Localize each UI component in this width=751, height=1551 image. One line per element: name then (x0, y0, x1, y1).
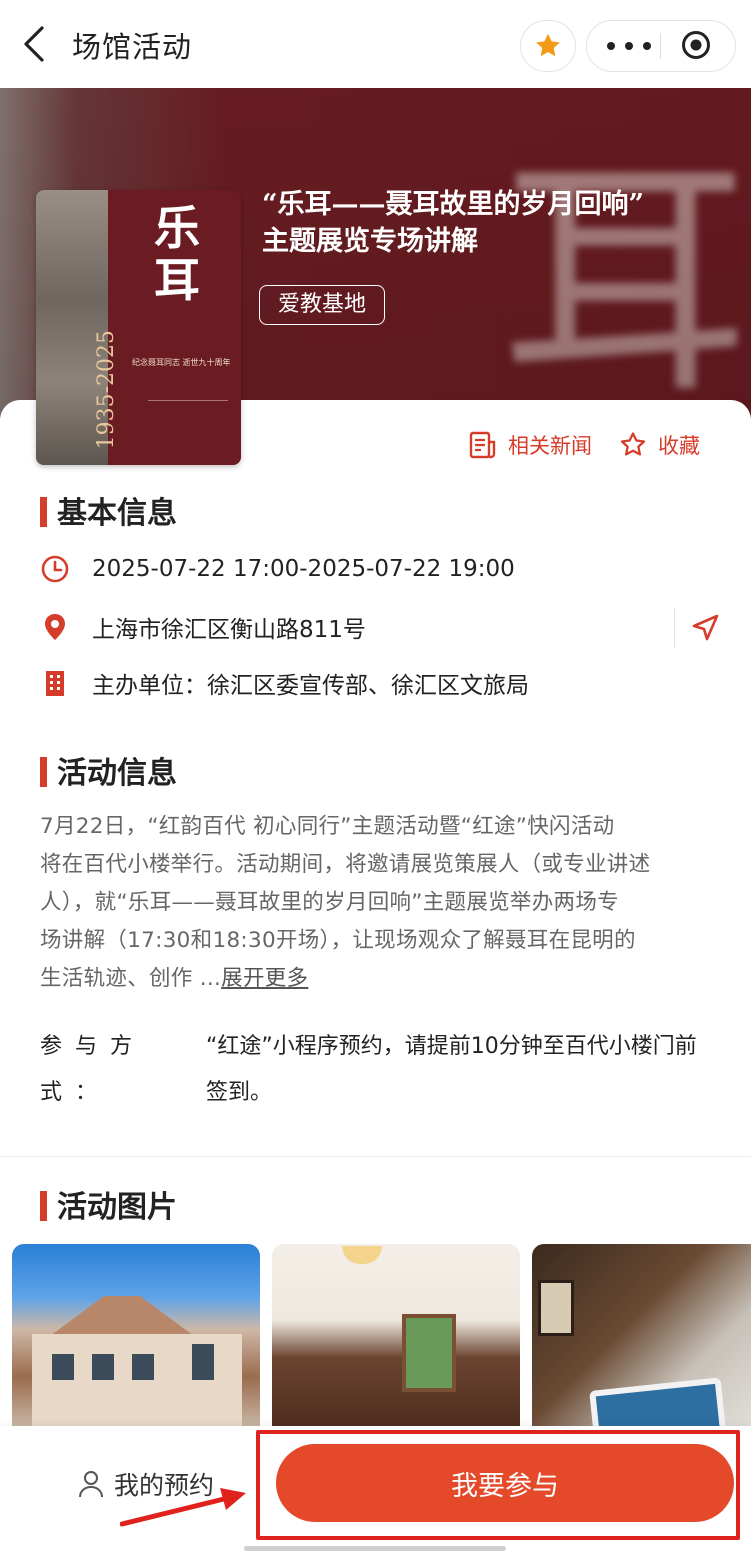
location-pin-icon (45, 614, 65, 640)
navigation-arrow-icon (692, 614, 719, 641)
clock-icon (41, 555, 69, 583)
more-menu-icon[interactable] (607, 34, 651, 58)
host-row: 主办单位：徐汇区委宣传部、徐汇区文旅局 (40, 666, 529, 700)
user-icon (79, 1471, 103, 1498)
action-links: 相关新闻 收藏 (468, 430, 726, 460)
join-button[interactable]: 我要参与 (276, 1444, 734, 1522)
page-title: 场馆活动 (72, 30, 193, 64)
mini-program-capsule (586, 20, 736, 72)
building-icon (46, 671, 64, 696)
star-outline-icon (620, 432, 646, 456)
event-title: “乐耳——聂耳故里的岁月回响” 主题展览专场讲解 (262, 189, 645, 257)
capsule-divider (660, 33, 661, 59)
category-tag: 爱教基地 (259, 285, 386, 325)
poster-subtitle: 纪念聂耳同志 逝世九十周年 (132, 358, 231, 367)
activity-photos-heading: 活动图片 (40, 1182, 177, 1226)
top-nav: 场馆活动 (0, 0, 751, 88)
activity-photo-exhibit[interactable] (532, 1244, 751, 1434)
participation-label: 参与方式： (40, 1034, 146, 1105)
close-target-icon[interactable] (681, 30, 711, 60)
news-icon (469, 431, 496, 459)
activity-description: 7月22日，“红韵百代 初心同行”主题活动暨“红途”快闪活动 将在百代小楼举行。… (40, 814, 651, 991)
favorite-link[interactable]: 收藏 (618, 430, 700, 460)
activity-photo-interior[interactable] (272, 1244, 520, 1434)
expand-more-link[interactable]: 展开更多 (221, 966, 308, 991)
host-organization: 主办单位：徐汇区委宣传部、徐汇区文旅局 (92, 673, 529, 699)
bottom-action-bar: 我的预约 我要参与 (0, 1426, 751, 1551)
activity-photo-building[interactable] (12, 1244, 260, 1434)
basic-info-heading: 基本信息 (40, 488, 177, 532)
navigate-button[interactable] (674, 608, 735, 648)
favorite-star-button[interactable] (520, 20, 576, 72)
event-address: 上海市徐汇区衡山路811号 (92, 617, 366, 643)
activity-info-heading: 活动信息 (40, 748, 177, 792)
poster-years: 1935-2025 (94, 330, 119, 450)
participation-text: “红途”小程序预约，请提前10分钟至百代小楼门前签到。 (206, 1034, 697, 1105)
annotation-arrow (120, 1488, 246, 1527)
time-row: 2025-07-22 17:00-2025-07-22 19:00 (40, 554, 515, 584)
poster-big-text: 乐耳 (154, 201, 200, 307)
content-card: 相关新闻 收藏 基本信息 2025-07-22 17:00-2025-07-22… (0, 400, 751, 1440)
address-row[interactable]: 上海市徐汇区衡山路811号 (40, 610, 366, 644)
photo-gallery (12, 1244, 751, 1444)
related-news-link[interactable]: 相关新闻 (468, 430, 592, 460)
section-divider (0, 1156, 751, 1157)
event-poster[interactable]: 乐耳 1935-2025 纪念聂耳同志 逝世九十周年 (36, 190, 241, 465)
star-icon (536, 33, 560, 57)
event-time: 2025-07-22 17:00-2025-07-22 19:00 (92, 556, 515, 582)
home-indicator (244, 1546, 506, 1551)
back-icon[interactable] (18, 22, 54, 66)
